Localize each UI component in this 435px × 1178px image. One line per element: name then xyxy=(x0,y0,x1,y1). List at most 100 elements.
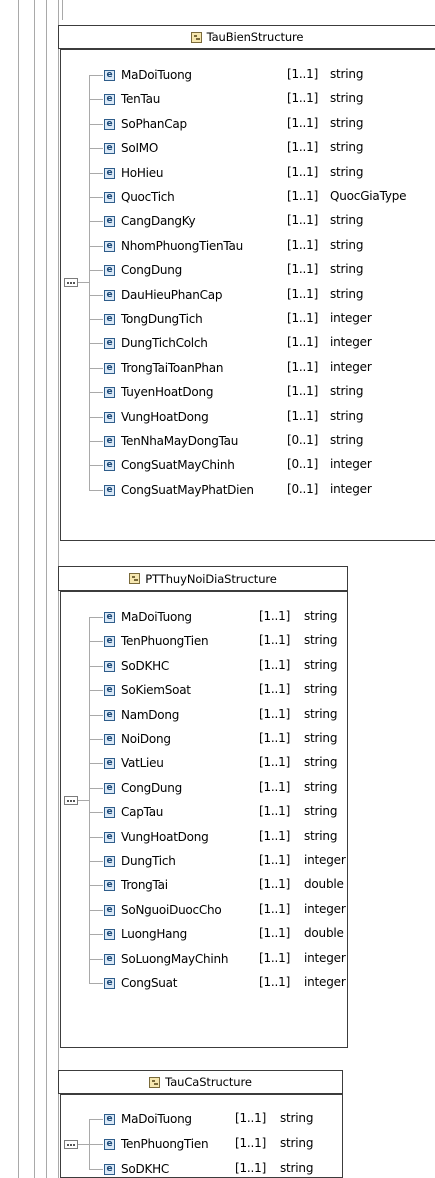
element-type: string xyxy=(280,1111,314,1125)
element-row[interactable]: e CongDung xyxy=(104,262,182,278)
element-row[interactable]: e DauHieuPhanCap xyxy=(104,287,222,303)
element-branch xyxy=(89,417,103,418)
element-branch xyxy=(89,295,103,296)
element-type: string xyxy=(330,238,364,252)
element-cardinality: [1..1] xyxy=(259,829,291,843)
element-icon: e xyxy=(104,709,115,721)
element-name: DauHieuPhanCap xyxy=(121,288,223,302)
element-row[interactable]: e CongSuat xyxy=(104,975,177,991)
element-cardinality: [1..1] xyxy=(287,360,319,374)
element-row[interactable]: e VatLieu xyxy=(104,755,164,771)
element-row[interactable]: e TrongTaiToanPhan xyxy=(104,360,223,376)
element-name: TrongTaiToanPhan xyxy=(121,361,224,375)
complex-type-header[interactable]: PTThuyNoiDiaStructure xyxy=(58,566,348,591)
element-row[interactable]: e TenPhuongTien xyxy=(104,1136,209,1152)
element-row[interactable]: e TenNhaMayDongTau xyxy=(104,433,238,449)
element-branch xyxy=(89,270,103,271)
element-cardinality: [1..1] xyxy=(287,262,319,276)
element-name: TrongTai xyxy=(121,878,168,892)
element-row[interactable]: e VungHoatDong xyxy=(104,409,209,425)
element-branch xyxy=(89,465,103,466)
sequence-icon[interactable] xyxy=(64,1140,78,1149)
element-name: NamDong xyxy=(121,708,180,722)
sequence-icon[interactable] xyxy=(64,796,78,805)
element-name: NhomPhuongTienTau xyxy=(121,239,243,253)
element-branch xyxy=(89,739,103,740)
element-branch xyxy=(89,441,103,442)
sequence-icon[interactable] xyxy=(64,278,78,287)
connector-line xyxy=(18,0,19,1178)
connector-line xyxy=(34,0,35,1178)
element-row[interactable]: e VungHoatDong xyxy=(104,829,209,845)
element-cardinality: [1..1] xyxy=(259,902,291,916)
element-row[interactable]: e TrongTai xyxy=(104,877,168,893)
element-row[interactable]: e TongDungTich xyxy=(104,311,203,327)
element-name: MaDoiTuong xyxy=(121,68,192,82)
element-row[interactable]: e QuocTich xyxy=(104,189,175,205)
element-row[interactable]: e NamDong xyxy=(104,707,179,723)
connector-line xyxy=(46,0,47,1178)
element-branch xyxy=(89,666,103,667)
element-row[interactable]: e NhomPhuongTienTau xyxy=(104,238,243,254)
element-type: integer xyxy=(304,902,346,916)
element-name: CangDangKy xyxy=(121,214,196,228)
element-row[interactable]: e CapTau xyxy=(104,804,163,820)
element-type: string xyxy=(304,682,338,696)
element-type: string xyxy=(304,658,338,672)
element-row[interactable]: e SoNguoiDuocCho xyxy=(104,902,222,918)
element-cardinality: [1..1] xyxy=(287,238,319,252)
element-row[interactable]: e TuyenHoatDong xyxy=(104,384,213,400)
element-type: integer xyxy=(304,951,346,965)
element-icon: e xyxy=(104,904,115,916)
element-row[interactable]: e NoiDong xyxy=(104,731,171,747)
element-type: string xyxy=(280,1136,314,1150)
element-branch xyxy=(89,221,103,222)
element-cardinality: [1..1] xyxy=(287,165,319,179)
element-row[interactable]: e CongSuatMayChinh xyxy=(104,457,235,473)
element-row[interactable]: e TenTau xyxy=(104,91,160,107)
element-cardinality: [1..1] xyxy=(235,1161,267,1175)
element-row[interactable]: e SoIMO xyxy=(104,140,158,156)
element-row[interactable]: e HoHieu xyxy=(104,165,163,181)
element-row[interactable]: e SoLuongMayChinh xyxy=(104,951,228,967)
element-branch xyxy=(89,617,103,618)
element-icon: e xyxy=(104,484,115,496)
element-row[interactable]: e TenPhuongTien xyxy=(104,633,209,649)
element-icon: e xyxy=(104,386,115,398)
element-row[interactable]: e CongSuatMayPhatDien xyxy=(104,482,254,498)
element-icon: e xyxy=(104,167,115,179)
element-icon: e xyxy=(104,459,115,471)
element-cardinality: [1..1] xyxy=(287,384,319,398)
element-type: string xyxy=(304,609,338,623)
element-row[interactable]: e MaDoiTuong xyxy=(104,1111,192,1127)
element-row[interactable]: e DungTich xyxy=(104,853,176,869)
element-row[interactable]: e DungTichColch xyxy=(104,335,208,351)
element-type: string xyxy=(330,433,364,447)
element-row[interactable]: e CongDung xyxy=(104,780,182,796)
element-name: LuongHang xyxy=(121,927,187,941)
element-name: HoHieu xyxy=(121,166,164,180)
element-icon: e xyxy=(104,757,115,769)
element-name: CongDung xyxy=(121,781,183,795)
element-row[interactable]: e SoDKHC xyxy=(104,1161,169,1177)
element-cardinality: [1..1] xyxy=(287,335,319,349)
element-cardinality: [1..1] xyxy=(287,116,319,130)
element-branch xyxy=(89,885,103,886)
element-cardinality: [1..1] xyxy=(287,67,319,81)
element-row[interactable]: e SoDKHC xyxy=(104,658,169,674)
element-type: string xyxy=(330,67,364,81)
element-name: VatLieu xyxy=(121,756,164,770)
element-cardinality: [0..1] xyxy=(287,457,319,471)
element-row[interactable]: e SoKiemSoat xyxy=(104,682,191,698)
element-row[interactable]: e LuongHang xyxy=(104,926,187,942)
element-type: string xyxy=(304,731,338,745)
element-row[interactable]: e CangDangKy xyxy=(104,213,196,229)
element-row[interactable]: e MaDoiTuong xyxy=(104,609,192,625)
complex-type-header[interactable]: TauBienStructure xyxy=(58,25,435,49)
complex-type-header[interactable]: TauCaStructure xyxy=(58,1070,343,1094)
element-branch xyxy=(89,1119,103,1120)
element-icon: e xyxy=(104,855,115,867)
element-row[interactable]: e MaDoiTuong xyxy=(104,67,192,83)
element-row[interactable]: e SoPhanCap xyxy=(104,116,187,132)
element-type: integer xyxy=(330,457,372,471)
